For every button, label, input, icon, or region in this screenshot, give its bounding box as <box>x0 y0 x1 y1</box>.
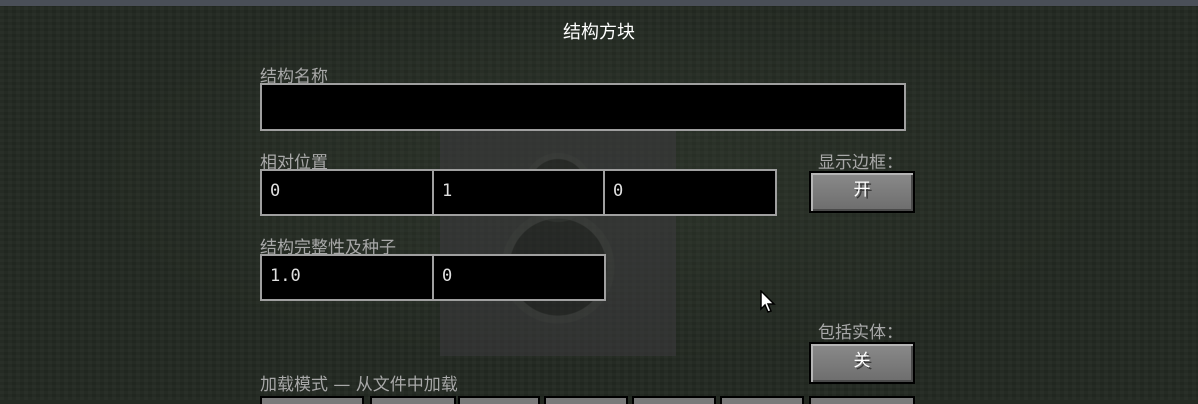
bottom-button-1[interactable] <box>260 396 364 404</box>
bottom-button-3[interactable] <box>458 396 540 404</box>
bottom-button-6[interactable] <box>720 396 804 404</box>
structure-name-input[interactable] <box>260 83 906 131</box>
integrity-input[interactable]: 1.0 <box>260 254 434 301</box>
show-bounding-box-toggle[interactable]: 开 <box>809 171 915 213</box>
position-x-input[interactable]: 0 <box>260 169 434 216</box>
position-z-input[interactable]: 0 <box>603 169 777 216</box>
load-mode-label: 加载模式 — 从文件中加载 <box>260 375 458 395</box>
mouse-cursor-icon <box>760 290 776 313</box>
structure-block-background <box>440 122 676 356</box>
top-edge-bar <box>0 0 1198 6</box>
screen-title: 结构方块 <box>563 22 635 43</box>
bottom-button-5[interactable] <box>632 396 716 404</box>
bottom-button-4[interactable] <box>544 396 628 404</box>
bottom-button-7[interactable] <box>809 396 915 404</box>
bottom-button-2[interactable] <box>370 396 456 404</box>
show-bounding-box-label: 显示边框： <box>818 153 903 173</box>
include-entities-label: 包括实体： <box>818 323 903 343</box>
seed-input[interactable]: 0 <box>432 254 606 301</box>
position-y-input[interactable]: 1 <box>432 169 605 216</box>
include-entities-toggle[interactable]: 关 <box>809 342 915 384</box>
